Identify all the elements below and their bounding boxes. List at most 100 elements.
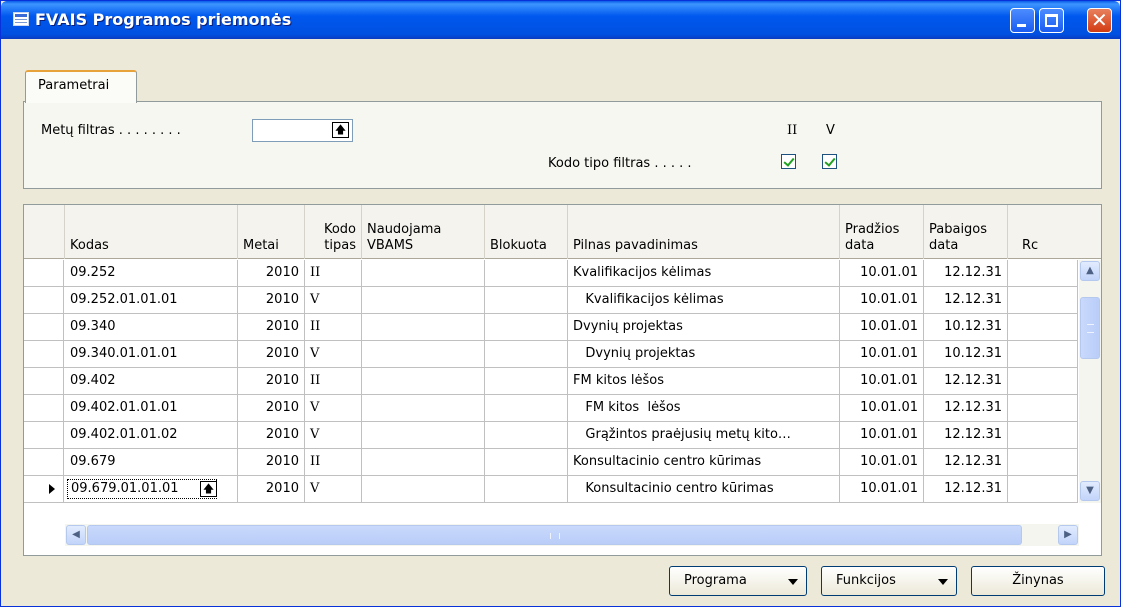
cell-naudojama-vbams[interactable] — [362, 341, 485, 367]
lookup-arrow-icon[interactable]: 🡅 — [200, 481, 217, 497]
minimize-button[interactable] — [1010, 8, 1035, 33]
cell-metai[interactable]: 2010 — [238, 368, 305, 394]
cell-rc[interactable] — [1008, 260, 1078, 286]
header-metai[interactable]: Metai — [238, 205, 305, 259]
year-filter-input[interactable]: 🡅 — [252, 119, 353, 142]
tab-parametrai[interactable]: Parametrai — [25, 70, 137, 103]
lookup-arrow-icon[interactable]: 🡅 — [332, 122, 349, 138]
cell-pabaigos-data[interactable]: 12.12.31 — [924, 260, 1008, 286]
cell-rc[interactable] — [1008, 314, 1078, 340]
cell-pilnas-pavadinimas[interactable]: Kvalifikacijos kėlimas — [568, 260, 840, 286]
cell-pradzios-data[interactable]: 10.01.01 — [840, 395, 924, 421]
cell-pabaigos-data[interactable]: 12.12.31 — [924, 368, 1008, 394]
cell-blokuota[interactable] — [485, 449, 568, 475]
header-pilnas-pavadinimas[interactable]: Pilnas pavadinimas — [568, 205, 840, 259]
cell-kodo-tipas[interactable]: II — [305, 449, 362, 475]
table-row[interactable]: 09.402.01.01.02 2010 V Grąžintos praėjusių… — [24, 422, 1078, 449]
cell-blokuota[interactable] — [485, 314, 568, 340]
cell-rc[interactable] — [1008, 368, 1078, 394]
header-blokuota[interactable]: Blokuota — [485, 205, 568, 259]
scroll-down-icon[interactable]: ▼ — [1080, 481, 1100, 501]
table-row[interactable]: 09.402.01.01.01 2010 V FM kitos lėšos 10.01… — [24, 395, 1078, 422]
table-row[interactable]: 09.402 2010 II FM kitos lėšos 10.01.01 12.12.… — [24, 368, 1078, 395]
cell-kodo-tipas[interactable]: II — [305, 368, 362, 394]
cell-metai[interactable]: 2010 — [238, 422, 305, 448]
close-button[interactable]: ✕ — [1087, 8, 1112, 33]
cell-kodas[interactable]: 09.340 — [65, 314, 238, 340]
row-selector[interactable] — [24, 422, 64, 448]
table-row[interactable]: 09.340.01.01.01 2010 V Dvynių projektas 10.… — [24, 341, 1078, 368]
scroll-right-icon[interactable]: ▶ — [1058, 525, 1078, 545]
cell-kodas[interactable]: 09.679 — [65, 449, 238, 475]
cell-rc[interactable] — [1008, 449, 1078, 475]
cell-rc[interactable] — [1008, 287, 1078, 313]
funkcijos-button[interactable]: Funkcijos — [821, 566, 957, 596]
row-selector[interactable] — [24, 476, 64, 502]
horizontal-scrollbar[interactable]: ◀ ▶ — [65, 524, 1079, 546]
cell-pradzios-data[interactable]: 10.01.01 — [840, 341, 924, 367]
cell-naudojama-vbams[interactable] — [362, 368, 485, 394]
cell-kodas[interactable]: 09.340.01.01.01 — [65, 341, 238, 367]
table-row[interactable]: 09.252 2010 II Kvalifikacijos kėlimas 10.01.… — [24, 260, 1078, 287]
table-row[interactable]: 09.340 2010 II Dvynių projektas 10.01.01 10.1… — [24, 314, 1078, 341]
cell-blokuota[interactable] — [485, 395, 568, 421]
scroll-up-icon[interactable]: ▲ — [1080, 261, 1100, 281]
cell-blokuota[interactable] — [485, 260, 568, 286]
programa-button[interactable]: Programa — [669, 566, 807, 596]
cell-pradzios-data[interactable]: 10.01.01 — [840, 449, 924, 475]
cell-naudojama-vbams[interactable] — [362, 287, 485, 313]
cell-rc[interactable] — [1008, 395, 1078, 421]
cell-pabaigos-data[interactable]: 12.12.31 — [924, 449, 1008, 475]
cell-pabaigos-data[interactable]: 12.12.31 — [924, 287, 1008, 313]
cell-blokuota[interactable] — [485, 341, 568, 367]
cell-kodas[interactable]: 09.402.01.01.02 — [65, 422, 238, 448]
cell-pradzios-data[interactable]: 10.01.01 — [840, 314, 924, 340]
cell-metai[interactable]: 2010 — [238, 395, 305, 421]
vertical-scroll-thumb[interactable] — [1080, 297, 1100, 359]
cell-pilnas-pavadinimas[interactable]: Grąžintos praėjusių metų kito… — [568, 422, 840, 448]
scroll-left-icon[interactable]: ◀ — [66, 525, 86, 545]
cell-pabaigos-data[interactable]: 10.12.31 — [924, 341, 1008, 367]
cell-metai[interactable]: 2010 — [238, 341, 305, 367]
row-selector[interactable] — [24, 314, 64, 340]
header-pabaigos-data[interactable]: Pabaigos data — [924, 205, 1008, 259]
cell-pabaigos-data[interactable]: 12.12.31 — [924, 422, 1008, 448]
row-selector[interactable] — [24, 341, 64, 367]
cell-naudojama-vbams[interactable] — [362, 449, 485, 475]
header-kodas[interactable]: Kodas — [65, 205, 238, 259]
cell-metai[interactable]: 2010 — [238, 449, 305, 475]
cell-metai[interactable]: 2010 — [238, 476, 305, 502]
cell-pradzios-data[interactable]: 10.01.01 — [840, 476, 924, 502]
cell-pradzios-data[interactable]: 10.01.01 — [840, 260, 924, 286]
cell-naudojama-vbams[interactable] — [362, 314, 485, 340]
cell-pilnas-pavadinimas[interactable]: Dvynių projektas — [568, 341, 840, 367]
maximize-button[interactable] — [1039, 8, 1064, 33]
cell-kodo-tipas[interactable]: II — [305, 314, 362, 340]
cell-naudojama-vbams[interactable] — [362, 260, 485, 286]
cell-kodo-tipas[interactable]: II — [305, 260, 362, 286]
cell-pilnas-pavadinimas[interactable]: Kvalifikacijos kėlimas — [568, 287, 840, 313]
row-selector[interactable] — [24, 287, 64, 313]
cell-kodo-tipas[interactable]: V — [305, 395, 362, 421]
cell-kodo-tipas[interactable]: V — [305, 341, 362, 367]
cell-pabaigos-data[interactable]: 10.12.31 — [924, 314, 1008, 340]
cell-metai[interactable]: 2010 — [238, 314, 305, 340]
cell-kodas[interactable]: 09.402 — [65, 368, 238, 394]
header-pradzios-data[interactable]: Pradžios data — [840, 205, 924, 259]
cell-pilnas-pavadinimas[interactable]: Dvynių projektas — [568, 314, 840, 340]
cell-blokuota[interactable] — [485, 368, 568, 394]
cell-rc[interactable] — [1008, 422, 1078, 448]
cell-kodas[interactable]: 09.679.01.01.01 🡅 — [65, 476, 238, 502]
cell-metai[interactable]: 2010 — [238, 260, 305, 286]
zinynas-button[interactable]: Žinynas — [971, 566, 1105, 596]
cell-kodo-tipas[interactable]: V — [305, 287, 362, 313]
cell-metai[interactable]: 2010 — [238, 287, 305, 313]
horizontal-scroll-thumb[interactable] — [87, 525, 1022, 545]
cell-pradzios-data[interactable]: 10.01.01 — [840, 368, 924, 394]
cell-pabaigos-data[interactable]: 12.12.31 — [924, 395, 1008, 421]
cell-kodas[interactable]: 09.402.01.01.01 — [65, 395, 238, 421]
cell-kodo-tipas[interactable]: V — [305, 476, 362, 502]
header-naudojama-vbams[interactable]: Naudojama VBAMS — [362, 205, 485, 259]
row-selector[interactable] — [24, 368, 64, 394]
cell-rc[interactable] — [1008, 476, 1078, 502]
